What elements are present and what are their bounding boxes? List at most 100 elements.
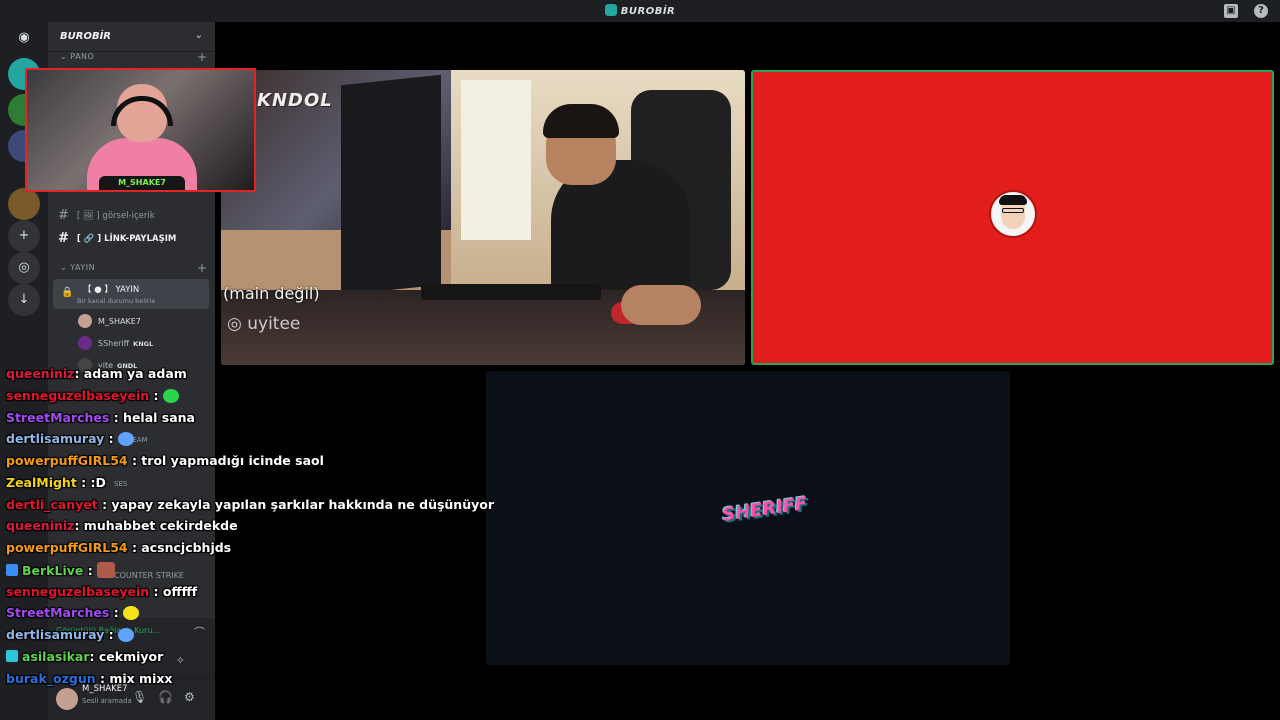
chevron-down-icon[interactable]: ⌄	[195, 30, 203, 41]
server-icon[interactable]	[8, 188, 40, 220]
chat-text: : mix mixx	[95, 670, 173, 686]
speaking-user-tile[interactable]	[751, 70, 1274, 365]
chat-text: : offfff	[149, 583, 198, 599]
channel-gorsel-icerik[interactable]: # [ 🖼 ] görsel-içerik	[58, 208, 155, 223]
chat-emote-icon	[123, 606, 140, 621]
camera-handle-text: uyitee	[247, 314, 301, 334]
title-bar: BUROBİR ▣ ?	[0, 0, 1280, 22]
channel-label: [ 🖼 ] görsel-içerik	[76, 211, 155, 221]
streamer-webcam: M_SHAKE7	[25, 68, 256, 192]
chat-text: : trol yapmadığı icinde saol	[127, 453, 324, 468]
chat-emote-icon	[118, 628, 135, 642]
voice-channel-label: 【 ● 】 YAYIN	[83, 285, 140, 295]
avatar	[989, 190, 1037, 238]
server-header[interactable]: BUROBİR ⌄	[48, 22, 215, 52]
window-image	[461, 80, 531, 240]
chat-badge-icon	[6, 649, 18, 662]
chat-text: : cekmiyor	[89, 648, 164, 664]
hash-icon: #	[58, 208, 69, 223]
download-icon[interactable]: ↓	[8, 284, 40, 316]
voice-channel-yayin[interactable]: 🔒 【 ● 】 YAYIN Bir kanal durumu belirle	[53, 279, 209, 309]
chat-text: : yapay zekayla yapılan şarkılar hakkınd…	[97, 496, 495, 512]
keyboard-image	[421, 284, 601, 300]
avatar-glasses	[1002, 208, 1024, 213]
chat-username: StreetMarches	[6, 409, 110, 425]
chat-text: :	[83, 562, 98, 578]
chat-username: senneguzelbaseyein	[6, 583, 150, 599]
chat-badge-icon	[6, 563, 18, 576]
chat-username: powerpuffGIRL54	[6, 540, 128, 555]
avatar-hair	[999, 195, 1027, 205]
category-yayin[interactable]: ⌄ YAYIN	[60, 263, 95, 272]
chat-message: senneguzelbaseyein : offfff	[6, 584, 466, 606]
camera-stream-tile[interactable]: KNDOL (main değil) ◎ uyitee	[221, 70, 745, 365]
camera-handle: ◎ uyitee	[227, 314, 301, 334]
chat-message: burak_ozgun : mix mixx	[6, 671, 466, 693]
lock-icon: 🔒	[61, 287, 74, 298]
chat-username: ZealMight	[6, 474, 77, 490]
category-label: YAYIN	[70, 263, 96, 272]
chat-message: powerpuffGIRL54 : trol yapmadığı icinde …	[6, 453, 466, 475]
voice-user-name: M_SHAKE7	[98, 317, 141, 326]
chat-overlay: queeniniz: adam ya adam senneguzelbaseyei…	[6, 366, 494, 693]
user-status: Sesli aramada	[82, 697, 132, 705]
chat-username: StreetMarches	[6, 605, 110, 621]
hash-icon: #	[58, 231, 69, 246]
avatar	[78, 314, 92, 328]
chat-message: dertli_canyet : yapay zekayla yapılan şa…	[6, 496, 494, 519]
chat-message: senneguzelbaseyein :	[6, 388, 466, 410]
add-channel-icon[interactable]: +	[197, 50, 207, 64]
discover-icon[interactable]: ◎	[8, 252, 40, 284]
chat-text: : adam ya adam	[74, 366, 187, 381]
chat-text: : acsncjcbhjds	[127, 540, 232, 555]
chat-message: powerpuffGIRL54 : acsncjcbhjds	[6, 540, 466, 562]
chat-message: StreetMarches :	[6, 605, 466, 627]
chat-username: queeniniz	[6, 518, 75, 534]
voice-user-tag: KNGL	[133, 340, 154, 348]
sheriff-logo: SHERIFF	[720, 493, 809, 526]
webcam-nameplate: M_SHAKE7	[99, 176, 185, 190]
category-label: PANO	[70, 52, 95, 61]
chat-username: senneguzelbaseyein	[6, 387, 150, 403]
chat-message: ZealMight : :D	[6, 475, 466, 497]
window-title-text: BUROBİR	[620, 6, 676, 17]
chat-text: : helal sana	[109, 409, 195, 425]
chat-text: :	[109, 605, 124, 621]
add-channel-icon[interactable]: +	[197, 261, 207, 275]
chat-message: asilasikar: cekmiyor	[6, 649, 466, 671]
chat-text: : :D	[76, 474, 106, 490]
avatar	[78, 336, 92, 350]
chat-message: StreetMarches : helal sana	[6, 410, 466, 432]
chat-message: queeniniz: muhabbet cekirdekde	[6, 518, 466, 540]
chat-username: asilasikar	[22, 648, 90, 664]
voice-channel-status[interactable]: Bir kanal durumu belirle	[77, 297, 155, 305]
chat-username: dertli_canyet	[6, 496, 98, 512]
discord-home-icon[interactable]: ◉	[8, 22, 40, 54]
hand-image	[621, 285, 701, 325]
voice-user[interactable]: SSheriff KNGL	[78, 336, 153, 350]
chat-text: : muhabbet cekirdekde	[74, 518, 238, 534]
chat-emote-icon	[118, 432, 135, 447]
help-icon[interactable]: ?	[1254, 4, 1268, 18]
chat-username: BerkLive	[22, 562, 84, 578]
add-server-icon[interactable]: +	[8, 220, 40, 252]
voice-user[interactable]: M_SHAKE7	[78, 314, 141, 328]
chat-username: burak_ozgun	[6, 670, 96, 686]
chat-text: :	[149, 387, 163, 403]
monitor-image	[341, 74, 441, 296]
camera-caption: (main değil)	[223, 284, 320, 303]
chat-emote-icon	[97, 561, 116, 578]
sheriff-stream-tile[interactable]: SHERIFF	[486, 371, 1010, 665]
window-title: BUROBİR	[0, 4, 1280, 17]
channel-link-paylasim[interactable]: # [ 🔗 ] LİNK-PAYLAŞIM	[58, 231, 176, 246]
chat-message: dertlisamuray :	[6, 431, 466, 453]
chat-username: dertlisamuray	[6, 431, 105, 447]
chat-username: powerpuffGIRL54	[6, 453, 128, 468]
inbox-icon[interactable]: ▣	[1224, 4, 1238, 18]
chat-text: :	[104, 627, 119, 642]
chat-emote-icon	[162, 388, 179, 403]
category-pano[interactable]: ⌄ PANO	[60, 52, 94, 61]
app-icon	[604, 4, 617, 16]
chat-message: queeniniz: adam ya adam	[6, 366, 466, 388]
person-hair-image	[543, 104, 619, 138]
